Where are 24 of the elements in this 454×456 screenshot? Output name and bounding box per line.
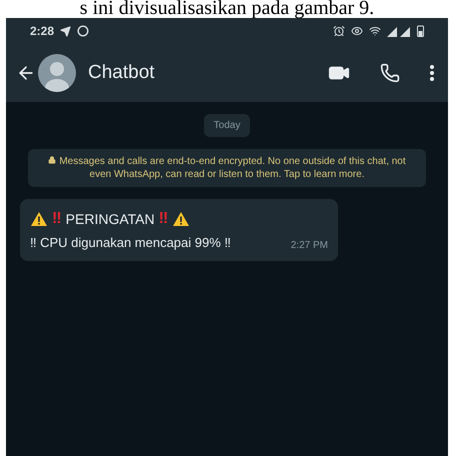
voice-call-button[interactable] — [380, 63, 400, 83]
battery-icon — [417, 25, 424, 37]
double-exclamation-mark: ‼ — [52, 209, 62, 229]
status-time: 2:28 — [30, 23, 54, 40]
alarm-icon — [333, 25, 345, 37]
message-time: 2:27 PM — [290, 238, 328, 252]
document-caption: s ini divisualisasikan pada gambar 9. — [80, 0, 374, 18]
message-title: PERINGATAN — [66, 210, 155, 228]
lock-icon — [48, 156, 56, 164]
avatar[interactable] — [38, 54, 76, 92]
menu-icon — [430, 65, 434, 81]
warning-icon — [30, 211, 48, 227]
double-exclamation-mark: ‼ — [158, 209, 168, 229]
date-chip: Today — [204, 114, 250, 137]
message-bubble[interactable]: ‼ PERINGATAN ‼ ‼ CPU digunakan mencapai 99% ‼ 2:27 PM — [20, 199, 338, 260]
menu-button[interactable] — [430, 65, 434, 81]
encryption-notice[interactable]: Messages and calls are end-to-end encrypted. No one outside of this chat, not even WhatsApp, can read or listen to them. Tap to learn more. — [28, 149, 426, 187]
eye-icon — [351, 25, 363, 37]
contact-name[interactable]: Chatbot — [88, 58, 155, 88]
message-text: ‼ CPU digunakan mencapai 99% ‼ — [30, 234, 231, 252]
paper-plane-icon — [60, 26, 72, 36]
signal-icon — [387, 26, 411, 36]
phone-icon — [380, 63, 400, 83]
warning-icon — [172, 211, 190, 227]
